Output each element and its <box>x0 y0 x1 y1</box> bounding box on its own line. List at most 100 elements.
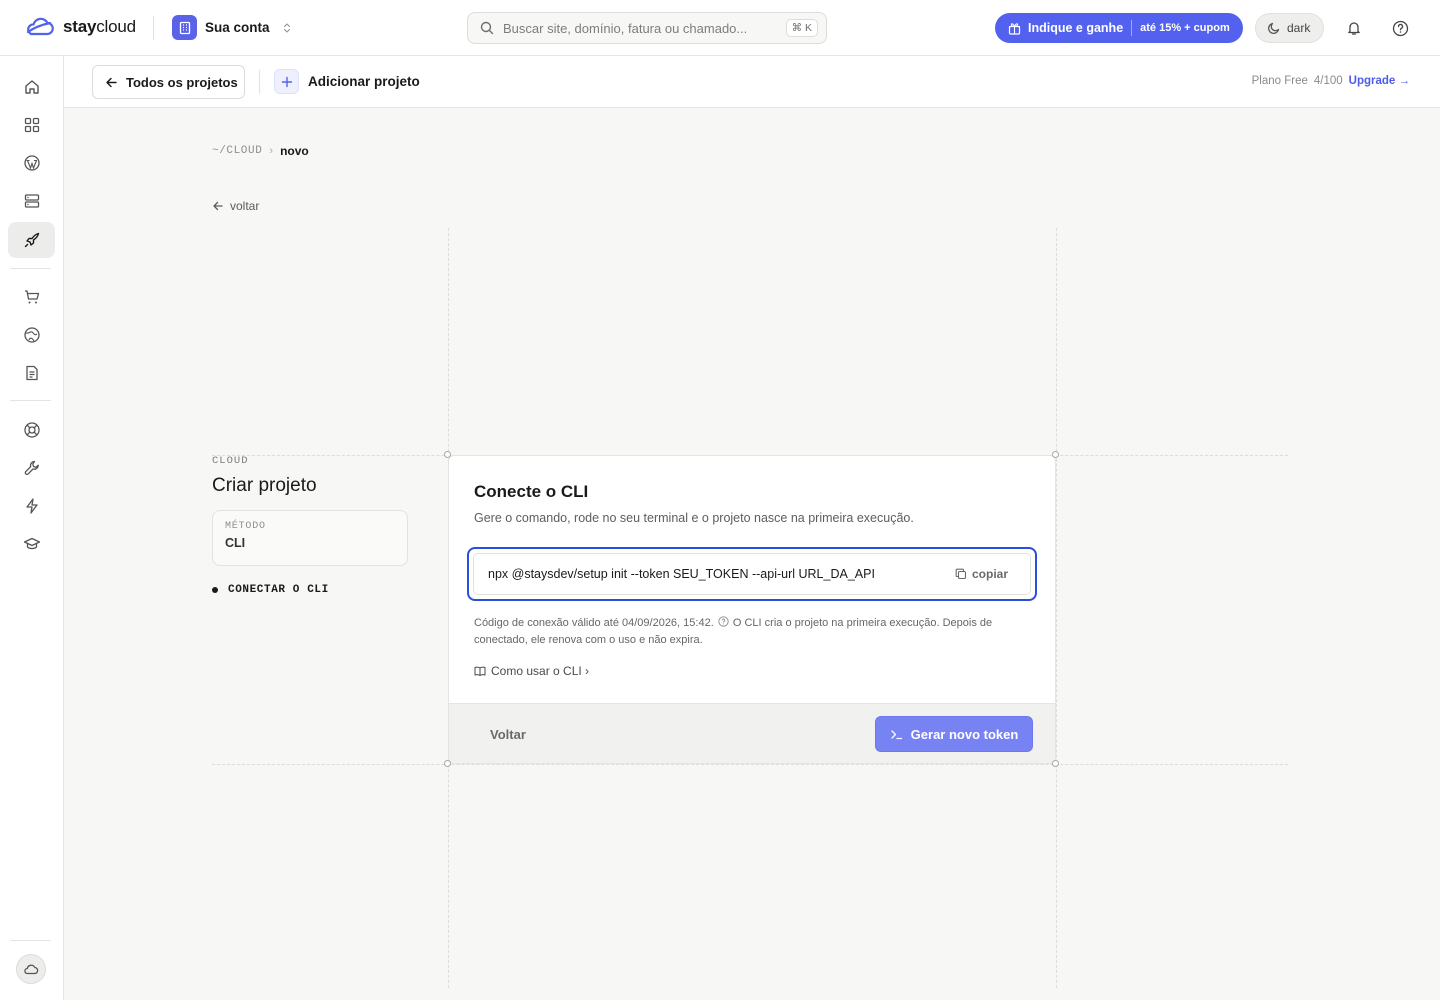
sidebar-item-servers[interactable] <box>8 183 55 219</box>
divider <box>259 70 260 94</box>
command-text[interactable]: npx @staysdev/setup init --token SEU_TOK… <box>488 567 955 581</box>
corner-marker <box>444 451 451 458</box>
current-step: CONECTAR O CLI <box>212 584 412 596</box>
copy-button[interactable]: copiar <box>955 567 1008 581</box>
dashboard-icon <box>23 116 41 134</box>
project-subheader: Todos os projetos Adicionar projeto Plan… <box>64 56 1440 108</box>
breadcrumb-current: novo <box>280 144 309 158</box>
document-icon <box>23 364 41 382</box>
wordpress-icon <box>23 154 41 172</box>
plus-icon <box>274 69 299 94</box>
divider <box>153 16 154 40</box>
cart-icon <box>23 288 41 306</box>
brand-name: staycloud <box>63 17 136 36</box>
help-icon[interactable] <box>1389 17 1411 39</box>
referral-detail: até 15% + cupom <box>1140 22 1230 34</box>
sidebar-item-store[interactable] <box>8 279 55 315</box>
account-switcher[interactable]: Sua conta <box>172 15 292 40</box>
wrench-icon <box>23 459 41 477</box>
method-summary-card: MÉTODO CLI <box>212 510 408 566</box>
divider <box>10 268 51 269</box>
command-box[interactable]: npx @staysdev/setup init --token SEU_TOK… <box>467 547 1037 601</box>
gift-icon <box>1008 22 1021 35</box>
search-icon <box>480 21 494 35</box>
support-icon <box>23 421 41 439</box>
card-footer: Voltar Gerar novo token <box>449 703 1055 763</box>
sidebar <box>0 56 64 1000</box>
sidebar-item-wordpress[interactable] <box>8 145 55 181</box>
divider <box>10 400 51 401</box>
wizard-steps-panel: CLOUD Criar projeto MÉTODO CLI CONECTAR … <box>212 455 412 596</box>
divider <box>1131 20 1133 36</box>
sidebar-item-support[interactable] <box>8 412 55 448</box>
sidebar-item-invoices[interactable] <box>8 355 55 391</box>
add-project-button[interactable]: Adicionar projeto <box>274 69 420 94</box>
back-button[interactable]: Voltar <box>490 727 526 742</box>
arrow-left-icon <box>212 200 224 212</box>
how-to-link[interactable]: Como usar o CLI › <box>474 664 589 678</box>
sidebar-item-deploy[interactable] <box>8 222 55 258</box>
generate-token-button[interactable]: Gerar novo token <box>875 716 1033 752</box>
step-dot <box>212 587 218 593</box>
breadcrumb-root[interactable]: ~/CLOUD <box>212 145 262 157</box>
back-link[interactable]: voltar <box>212 199 259 213</box>
sidebar-item-automations[interactable] <box>8 488 55 524</box>
bolt-icon <box>23 497 41 515</box>
book-icon <box>474 665 486 677</box>
chevron-updown-icon <box>282 22 292 34</box>
connect-cli-card: Conecte o CLI Gere o comando, rode no se… <box>448 455 1056 764</box>
method-label: MÉTODO <box>225 521 266 532</box>
rocket-icon <box>23 231 41 249</box>
sidebar-item-home[interactable] <box>8 69 55 105</box>
back-link-label: voltar <box>230 199 260 213</box>
how-to-label: Como usar o CLI › <box>491 664 590 678</box>
all-projects-button[interactable]: Todos os projetos <box>92 65 245 99</box>
moon-icon <box>1267 21 1281 35</box>
page-title: Criar projeto <box>212 475 317 496</box>
referral-label: Indique e ganhe <box>1028 21 1124 35</box>
sidebar-item-dashboard[interactable] <box>8 107 55 143</box>
graduation-cap-icon <box>23 535 41 553</box>
top-bar: staycloud Sua conta ⌘ K Indique e ganhe … <box>0 0 1440 56</box>
corner-marker <box>444 760 451 767</box>
sidebar-item-learn[interactable] <box>8 526 55 562</box>
divider <box>10 940 51 941</box>
server-icon <box>23 192 41 210</box>
guide-line <box>1056 228 1057 988</box>
theme-toggle[interactable]: dark <box>1255 13 1324 43</box>
brand-logo[interactable]: staycloud <box>23 15 136 39</box>
card-title: Conecte o CLI <box>474 482 589 501</box>
corner-marker <box>1052 760 1059 767</box>
cloud-logo-icon <box>23 15 55 39</box>
info-icon[interactable] <box>718 616 729 627</box>
arrow-left-icon <box>105 76 118 89</box>
referral-button[interactable]: Indique e ganhe até 15% + cupom <box>995 13 1243 43</box>
guide-line <box>212 764 1288 765</box>
all-projects-label: Todos os projetos <box>126 74 238 90</box>
sidebar-footer-button[interactable] <box>16 954 46 984</box>
breadcrumb: ~/CLOUD › novo <box>212 144 309 158</box>
breadcrumb-separator: › <box>269 145 274 157</box>
generate-token-label: Gerar novo token <box>910 726 1019 742</box>
home-icon <box>23 78 41 96</box>
plan-info: Plano Free 4/100 Upgrade → <box>1252 75 1410 87</box>
corner-marker <box>1052 451 1059 458</box>
bell-icon[interactable] <box>1343 17 1365 39</box>
search-shortcut: ⌘ K <box>785 19 818 37</box>
token-expiry-text: Código de conexão válido até 04/09/2026,… <box>474 617 714 629</box>
sidebar-item-domains[interactable] <box>8 317 55 353</box>
command-field[interactable]: npx @staysdev/setup init --token SEU_TOK… <box>473 553 1031 595</box>
token-note: Código de conexão válido até 04/09/2026,… <box>474 615 1034 649</box>
plan-usage: 4/100 <box>1313 75 1343 87</box>
card-subtitle: Gere o comando, rode no seu terminal e o… <box>474 511 914 525</box>
building-icon <box>172 15 197 40</box>
global-search[interactable]: ⌘ K <box>467 12 827 44</box>
add-project-label: Adicionar projeto <box>308 74 420 89</box>
terminal-icon <box>890 728 903 741</box>
cloud-icon <box>23 961 39 977</box>
sidebar-item-tools[interactable] <box>8 450 55 486</box>
upgrade-link[interactable]: Upgrade → <box>1349 75 1410 87</box>
section-eyebrow: CLOUD <box>212 455 249 467</box>
search-input[interactable] <box>503 20 786 36</box>
globe-icon <box>23 326 41 344</box>
